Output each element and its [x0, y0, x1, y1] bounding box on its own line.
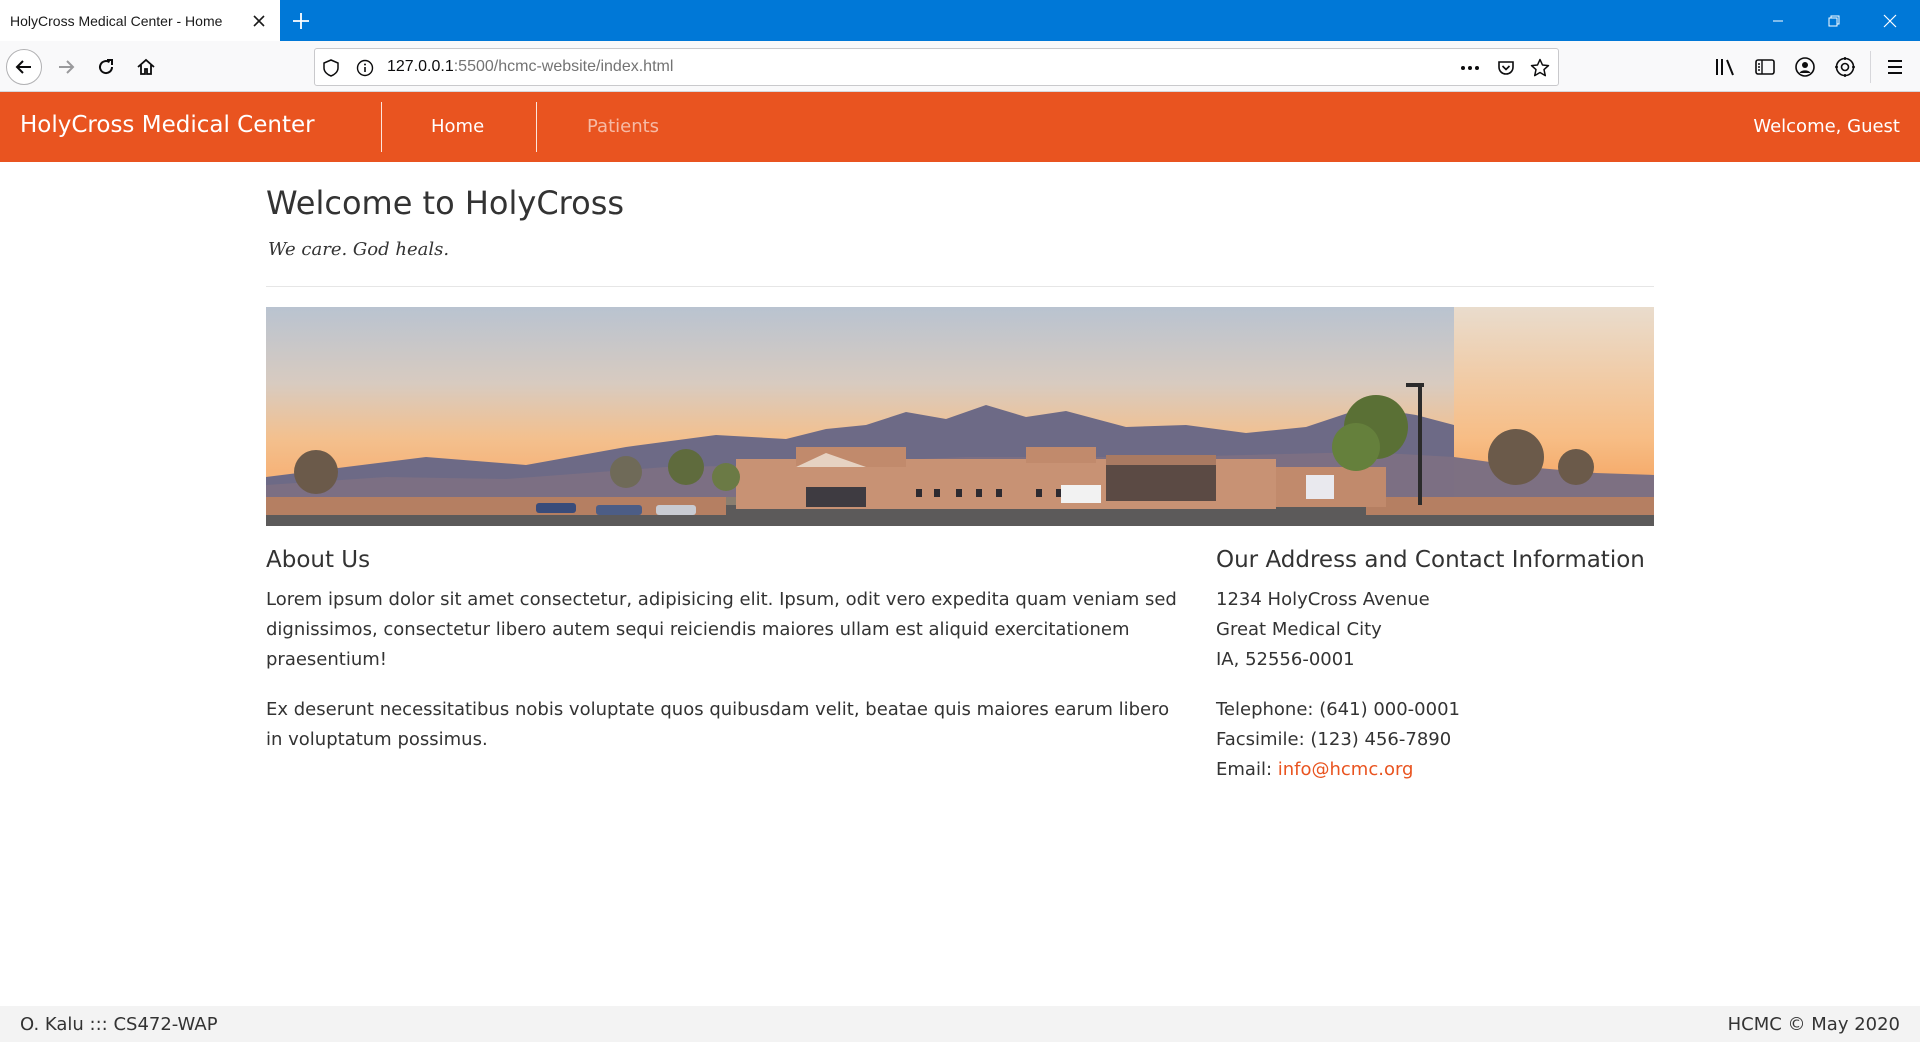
minimize-icon[interactable]	[1750, 0, 1806, 41]
restore-icon[interactable]	[1806, 0, 1862, 41]
address-bar[interactable]: 127.0.0.1:5500/hcmc-website/index.html	[314, 48, 1559, 86]
section-divider	[266, 286, 1654, 287]
header-divider	[381, 102, 382, 152]
page-actions-icon[interactable]	[1460, 58, 1480, 78]
close-tab-icon[interactable]	[248, 10, 270, 32]
email-link[interactable]: info@hcmc.org	[1278, 759, 1414, 780]
about-heading: About Us	[266, 547, 371, 573]
new-tab-icon[interactable]	[288, 8, 314, 34]
toolbar-separator	[1870, 51, 1871, 83]
welcome-message: Welcome, Guest	[1753, 116, 1900, 137]
header-divider	[536, 102, 537, 152]
browser-tab-bar: HolyCross Medical Center - Home	[0, 0, 1920, 41]
page-title: Welcome to HolyCross	[266, 184, 625, 222]
hamburger-menu-icon[interactable]	[1882, 54, 1908, 80]
address-line: 1234 HolyCross Avenue	[1216, 589, 1430, 610]
footer-copyright: HCMC © May 2020	[1727, 1014, 1900, 1035]
shield-icon[interactable]	[321, 58, 341, 78]
account-icon[interactable]	[1792, 54, 1818, 80]
browser-tab[interactable]: HolyCross Medical Center - Home	[0, 0, 280, 41]
forward-icon[interactable]	[48, 49, 84, 85]
browser-nav-bar: 127.0.0.1:5500/hcmc-website/index.html	[0, 41, 1920, 92]
site-footer: O. Kalu ::: CS472-WAP HCMC © May 2020	[0, 1006, 1920, 1042]
address-line: Great Medical City	[1216, 619, 1382, 640]
home-icon[interactable]	[128, 49, 164, 85]
email-line: Email: info@hcmc.org	[1216, 755, 1654, 785]
tagline: We care. God heals.	[268, 239, 450, 260]
extension-icon[interactable]	[1832, 54, 1858, 80]
pocket-icon[interactable]	[1496, 58, 1516, 78]
telephone: Telephone: (641) 000-0001	[1216, 699, 1460, 720]
about-section: About Us Lorem ipsum dolor sit amet cons…	[266, 547, 1186, 775]
url-host: 127.0.0.1	[387, 58, 454, 75]
contact-heading: Our Address and Contact Information	[1216, 547, 1645, 573]
about-paragraph: Ex deserunt necessitatibus nobis volupta…	[266, 699, 1170, 750]
nav-home[interactable]: Home	[431, 116, 484, 137]
sidebar-icon[interactable]	[1752, 54, 1778, 80]
url-path: :5500/hcmc-website/index.html	[453, 58, 674, 75]
hospital-panorama-image	[266, 307, 1654, 526]
url-text: 127.0.0.1:5500/hcmc-website/index.html	[387, 58, 673, 76]
footer-author: O. Kalu ::: CS472-WAP	[20, 1014, 218, 1035]
site-brand[interactable]: HolyCross Medical Center	[20, 112, 315, 138]
back-icon[interactable]	[6, 49, 42, 85]
about-paragraph: Lorem ipsum dolor sit amet consectetur, …	[266, 589, 1177, 670]
email-label: Email:	[1216, 759, 1278, 780]
bookmark-star-icon[interactable]	[1530, 58, 1550, 78]
reload-icon[interactable]	[88, 49, 124, 85]
library-icon[interactable]	[1712, 54, 1738, 80]
contact-section: Our Address and Contact Information 1234…	[1216, 547, 1654, 785]
close-window-icon[interactable]	[1862, 0, 1918, 41]
site-header: HolyCross Medical Center Home Patients W…	[0, 92, 1920, 162]
info-icon[interactable]	[355, 58, 375, 78]
tab-title: HolyCross Medical Center - Home	[10, 12, 223, 29]
nav-patients[interactable]: Patients	[587, 116, 659, 137]
address-line: IA, 52556-0001	[1216, 649, 1355, 670]
facsimile: Facsimile: (123) 456-7890	[1216, 729, 1452, 750]
